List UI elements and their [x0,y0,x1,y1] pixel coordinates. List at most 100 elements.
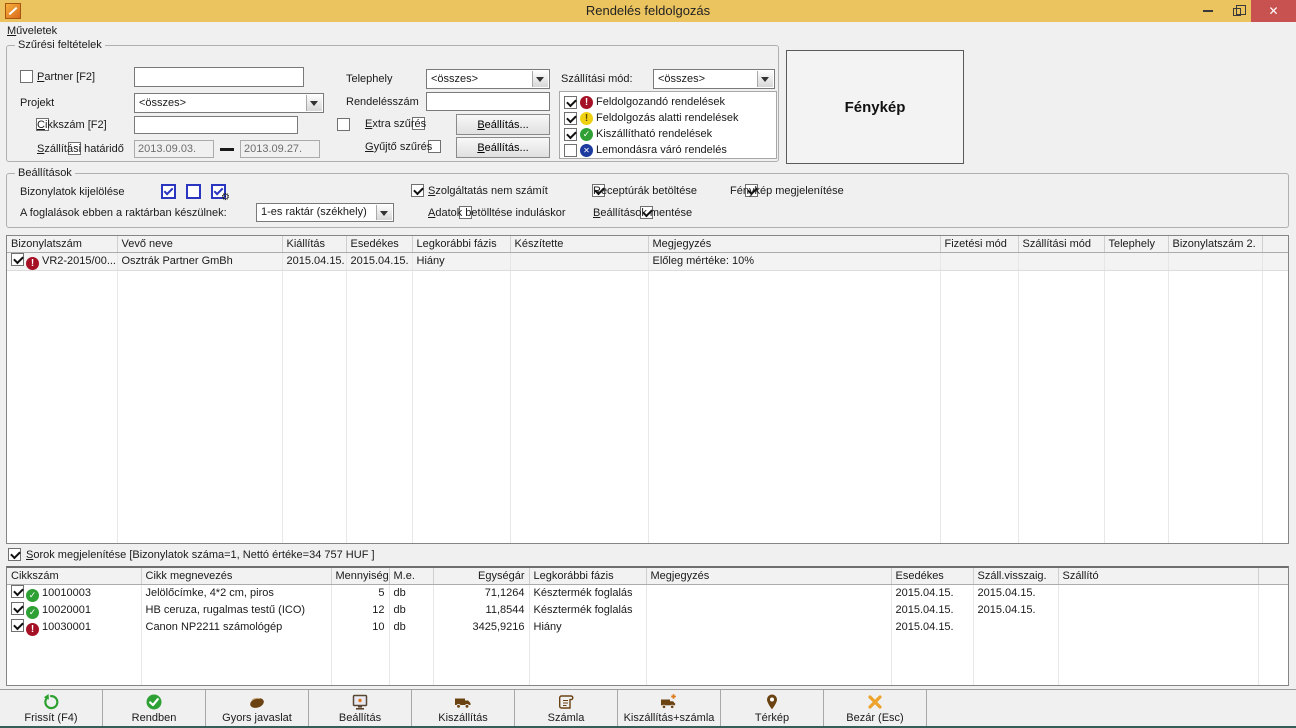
orders-col-bizonylatszam2[interactable]: Bizonylatszám 2. [1168,236,1262,252]
cell-visszaig[interactable] [973,619,1058,636]
cell-esedekes[interactable]: 2015.04.15. [891,584,973,602]
items-row[interactable]: 10010003 Jelölőcímke, 4*2 cm, piros 5 db… [7,584,1289,602]
toolbar-frissit-button[interactable]: Frissít (F4) [0,690,103,726]
select-none-icon[interactable] [186,184,201,199]
cell-fizetesi-mod[interactable] [940,252,1018,270]
cell-mennyiseg[interactable]: 10 [331,619,389,636]
orders-col-esedekes[interactable]: Esedékes [346,236,412,252]
fenykep-megjelenites-label[interactable]: Fénykép megjelenítése [730,185,844,197]
orders-col-keszitette[interactable]: Készítette [510,236,648,252]
cell-me[interactable]: db [389,619,433,636]
items-row[interactable]: 10020001 HB ceruza, rugalmas testű (ICO)… [7,602,1289,619]
orders-col-vevo-neve[interactable]: Vevő neve [117,236,282,252]
items-col-mennyiseg[interactable]: Mennyiség [331,568,389,584]
sorok-megjelenitese-label[interactable]: Sorok megjelenítése [Bizonylatok száma=1… [26,549,375,561]
sorok-megjelenitese-checkbox[interactable] [8,548,21,561]
items-col-cikkszam[interactable]: Cikkszám [7,568,141,584]
restore-button[interactable] [1222,0,1251,22]
chevron-down-icon[interactable] [532,71,548,87]
projekt-dropdown[interactable]: <összes> [134,93,324,113]
cell-egysegar[interactable]: 71,1264 [433,584,529,602]
state-label[interactable]: Lemondásra váró rendelés [596,144,727,156]
cell-visszaig[interactable]: 2015.04.15. [973,602,1058,619]
telephely-dropdown[interactable]: <összes> [426,69,550,89]
toolbar-szamla-button[interactable]: Számla [515,690,618,726]
cell-keszitette[interactable] [510,252,648,270]
cikkszam-input[interactable] [134,116,298,134]
chevron-down-icon[interactable] [757,71,773,87]
cell-cikkszam[interactable]: 10020001 [7,602,141,619]
cell-esedekes[interactable]: 2015.04.15. [891,602,973,619]
cell-szallito[interactable] [1058,584,1258,602]
items-col-szallito[interactable]: Szállító [1058,568,1258,584]
state-checkbox[interactable] [564,128,577,141]
cell-megjegyzes[interactable]: Előleg mértéke: 10% [648,252,940,270]
raktar-dropdown[interactable]: 1-es raktár (székhely) [256,203,394,222]
orders-row[interactable]: VR2-2015/00... Osztrák Partner GmBh 2015… [7,252,1289,270]
chevron-down-icon[interactable] [376,205,392,220]
cikkszam-label[interactable]: Cikkszám [F2] [37,119,107,131]
cell-esedekes[interactable]: 2015.04.15. [891,619,973,636]
partner-label[interactable]: Partner [F2] [37,71,95,83]
close-button[interactable]: ✕ [1251,0,1296,22]
cell-legkorabbi-fazis[interactable]: Hiány [412,252,510,270]
toolbar-rendben-button[interactable]: Rendben [103,690,206,726]
cell-kiallitas[interactable]: 2015.04.15. [282,252,346,270]
cell-megnevezes[interactable]: Jelölőcímke, 4*2 cm, piros [141,584,331,602]
cell-fazis[interactable]: Késztermék foglalás [529,602,646,619]
cell-vevo-neve[interactable]: Osztrák Partner GmBh [117,252,282,270]
cell-bizonylatszam2[interactable] [1168,252,1262,270]
partner-checkbox[interactable] [20,70,33,83]
hatarido-label[interactable]: Szállítási határidő [37,143,124,155]
szallitasi-mod-dropdown[interactable]: <összes> [653,69,775,89]
items-col-megjegyzes[interactable]: Megjegyzés [646,568,891,584]
state-label[interactable]: Kiszállítható rendelések [596,128,712,140]
items-col-legkorabbi-fazis[interactable]: Legkorábbi fázis [529,568,646,584]
state-label[interactable]: Feldolgozás alatti rendelések [596,112,738,124]
cell-szallito[interactable] [1058,602,1258,619]
menu-muveletek[interactable]: Műveletek [7,25,57,37]
cell-megjegyzes[interactable] [646,584,891,602]
extra-szures-label[interactable]: Extra szűrés [365,118,426,130]
row-checkbox[interactable] [11,585,24,598]
toolbar-beallitas-button[interactable]: Beállítás [309,690,412,726]
orders-col-szallitasi-mod[interactable]: Szállítási mód [1018,236,1104,252]
row-checkbox[interactable] [11,602,24,615]
hatarido-to-input[interactable] [240,140,320,158]
orders-col-legkorabbi-fazis[interactable]: Legkorábbi fázis [412,236,510,252]
cell-me[interactable]: db [389,584,433,602]
toolbar-kiszallitas-szamla-button[interactable]: Kiszállítás+számla [618,690,721,726]
partner-input[interactable] [134,67,304,87]
szolgaltatas-label[interactable]: Szolgáltatás nem számít [428,185,548,197]
cell-szallito[interactable] [1058,619,1258,636]
minimize-button[interactable] [1193,0,1222,22]
cell-fazis[interactable]: Hiány [529,619,646,636]
select-invert-icon[interactable] [211,184,226,199]
orders-col-kiallitas[interactable]: Kiállítás [282,236,346,252]
items-col-me[interactable]: M.e. [389,568,433,584]
cell-me[interactable]: db [389,602,433,619]
select-all-icon[interactable] [161,184,176,199]
orders-col-telephely[interactable]: Telephely [1104,236,1168,252]
cell-megjegyzes[interactable] [646,619,891,636]
cell-esedekes[interactable]: 2015.04.15. [346,252,412,270]
cell-fazis[interactable]: Késztermék foglalás [529,584,646,602]
extra-beallitas-button[interactable]: Beállítás... [456,114,550,135]
cell-bizonylatszam[interactable]: VR2-2015/00... [7,252,117,270]
items-col-visszaig[interactable]: Száll.visszaig. [973,568,1058,584]
toolbar-terkep-button[interactable]: Térkép [721,690,824,726]
cell-cikkszam[interactable]: 10030001 [7,619,141,636]
state-checkbox[interactable] [564,96,577,109]
toolbar-bezar-button[interactable]: Bezár (Esc) [824,690,927,726]
items-col-egysegar[interactable]: Egységár [433,568,529,584]
row-checkbox[interactable] [11,619,24,632]
cell-megjegyzes[interactable] [646,602,891,619]
items-col-megnevezes[interactable]: Cikk megnevezés [141,568,331,584]
cell-telephely[interactable] [1104,252,1168,270]
cell-cikkszam[interactable]: 10010003 [7,584,141,602]
row-checkbox[interactable] [11,253,24,266]
gyujto-beallitas-button[interactable]: Beállítás... [456,137,550,158]
chevron-down-icon[interactable] [306,95,322,111]
orders-col-megjegyzes[interactable]: Megjegyzés [648,236,940,252]
toolbar-gyors-javaslat-button[interactable]: Gyors javaslat [206,690,309,726]
